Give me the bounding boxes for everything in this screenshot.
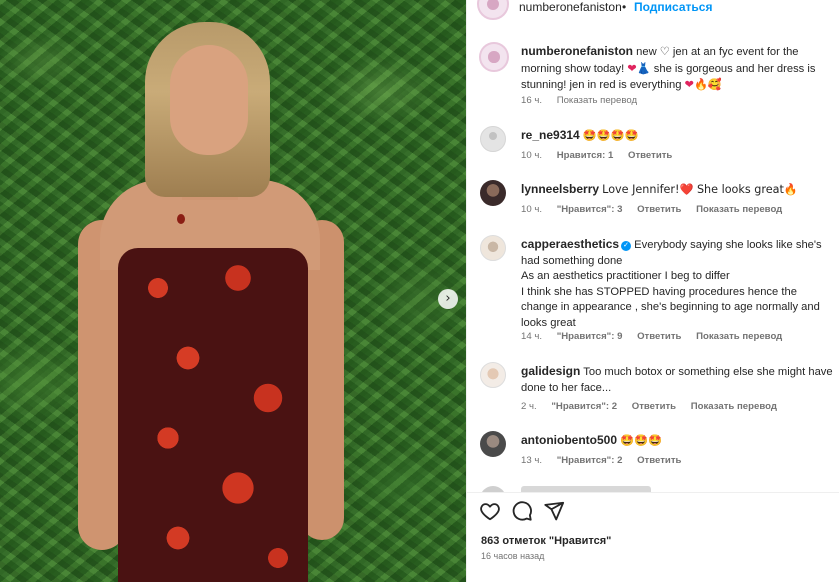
fire-icon: 🔥 xyxy=(693,78,708,91)
red-heart-icon: ❤ xyxy=(627,61,637,75)
translate-link[interactable]: Показать перевод xyxy=(557,95,637,106)
red-heart-icon: ❤ xyxy=(684,78,694,91)
heart-icon[interactable] xyxy=(479,500,501,522)
avatar[interactable] xyxy=(480,180,506,206)
caption-text: numberonefaniston new ♡ jen at an fyc ev… xyxy=(521,44,816,91)
caption-username[interactable]: numberonefaniston xyxy=(521,44,633,58)
comment-username[interactable]: capperaesthetics xyxy=(521,237,619,251)
photo-red-dress xyxy=(118,248,308,582)
follow-button[interactable]: Подписаться xyxy=(634,0,712,14)
comment-icon[interactable] xyxy=(511,500,533,522)
comment-meta: 14 ч. "Нравится": 9 Ответить Показать пе… xyxy=(521,331,794,342)
comment-text: lynneelsberry Love Jennifer!❤️ She looks… xyxy=(521,182,798,196)
comment-text: re_ne9314 🤩🤩🤩🤩 xyxy=(521,128,639,142)
comment-text: galidesign Too much botox or something e… xyxy=(521,364,833,394)
dress-icon: 👗 xyxy=(636,61,651,75)
avatar[interactable] xyxy=(477,0,509,20)
reply-link[interactable]: Ответить xyxy=(628,150,672,161)
comment-meta: 10 ч. "Нравится": 3 Ответить Показать пе… xyxy=(521,204,794,215)
translate-link[interactable]: Показать перевод xyxy=(696,204,782,215)
comment-likes[interactable]: Нравится: 1 xyxy=(557,150,614,161)
post-header: numberonefaniston • Подписаться xyxy=(467,0,839,20)
avatar[interactable] xyxy=(480,235,506,261)
photo-face xyxy=(170,45,248,155)
comment-likes[interactable]: "Нравится": 3 xyxy=(557,204,623,215)
caption-meta: 16 ч. Показать перевод xyxy=(521,95,649,106)
comment-time: 2 ч. xyxy=(521,401,537,412)
comment-likes[interactable]: "Нравится": 9 xyxy=(557,331,623,342)
comment-likes[interactable]: "Нравится": 2 xyxy=(557,455,623,466)
comment-meta: 10 ч. Нравится: 1 Ответить xyxy=(521,150,684,161)
reply-link[interactable]: Ответить xyxy=(637,455,681,466)
photo-necklace xyxy=(177,214,185,224)
translate-link[interactable]: Показать перевод xyxy=(696,331,782,342)
separator-dot: • xyxy=(622,0,627,14)
avatar[interactable] xyxy=(480,362,506,388)
reply-link[interactable]: Ответить xyxy=(632,401,676,412)
avatar[interactable] xyxy=(479,42,509,72)
verified-badge-icon: ✓ xyxy=(621,241,632,251)
comment-meta: 2 ч. "Нравится": 2 Ответить Показать пер… xyxy=(521,401,789,412)
post-username[interactable]: numberonefaniston xyxy=(519,0,622,14)
reply-link[interactable]: Ответить xyxy=(637,204,681,215)
comment-time: 13 ч. xyxy=(521,455,543,466)
comment-text: antoniobento500 🤩🤩🤩 xyxy=(521,433,662,447)
comment-username[interactable]: galidesign xyxy=(521,364,580,378)
comment-time: 14 ч. xyxy=(521,331,543,342)
comment-likes[interactable]: "Нравится": 2 xyxy=(551,401,617,412)
white-heart-icon: ♡ xyxy=(659,45,670,58)
likes-count[interactable]: 863 отметок "Нравится" xyxy=(481,535,611,547)
comment-meta: 13 ч. "Нравится": 2 Ответить xyxy=(521,455,693,466)
chevron-right-icon[interactable]: › xyxy=(438,289,458,309)
comment-time: 10 ч. xyxy=(521,150,543,161)
avatar[interactable] xyxy=(480,431,506,457)
caption-time: 16 ч. xyxy=(521,95,543,106)
divider xyxy=(467,492,839,493)
comment-username[interactable]: antoniobento500 xyxy=(521,433,617,447)
comment-text: capperaesthetics ✓ Everybody saying she l… xyxy=(521,237,822,329)
posted-time: 16 часов назад xyxy=(481,551,545,561)
post-photo: › xyxy=(0,0,466,582)
reply-link[interactable]: Ответить xyxy=(637,331,681,342)
heart-eyes-icon: 🥰 xyxy=(707,78,722,91)
avatar[interactable] xyxy=(480,126,506,152)
translate-link[interactable]: Показать перевод xyxy=(691,401,777,412)
comments-panel: numberonefaniston • Подписаться numberon… xyxy=(466,0,839,582)
comment-username[interactable]: re_ne9314 xyxy=(521,128,580,142)
comment-username[interactable]: lynneelsberry xyxy=(521,182,599,196)
comment-time: 10 ч. xyxy=(521,204,543,215)
share-icon[interactable] xyxy=(543,500,565,522)
